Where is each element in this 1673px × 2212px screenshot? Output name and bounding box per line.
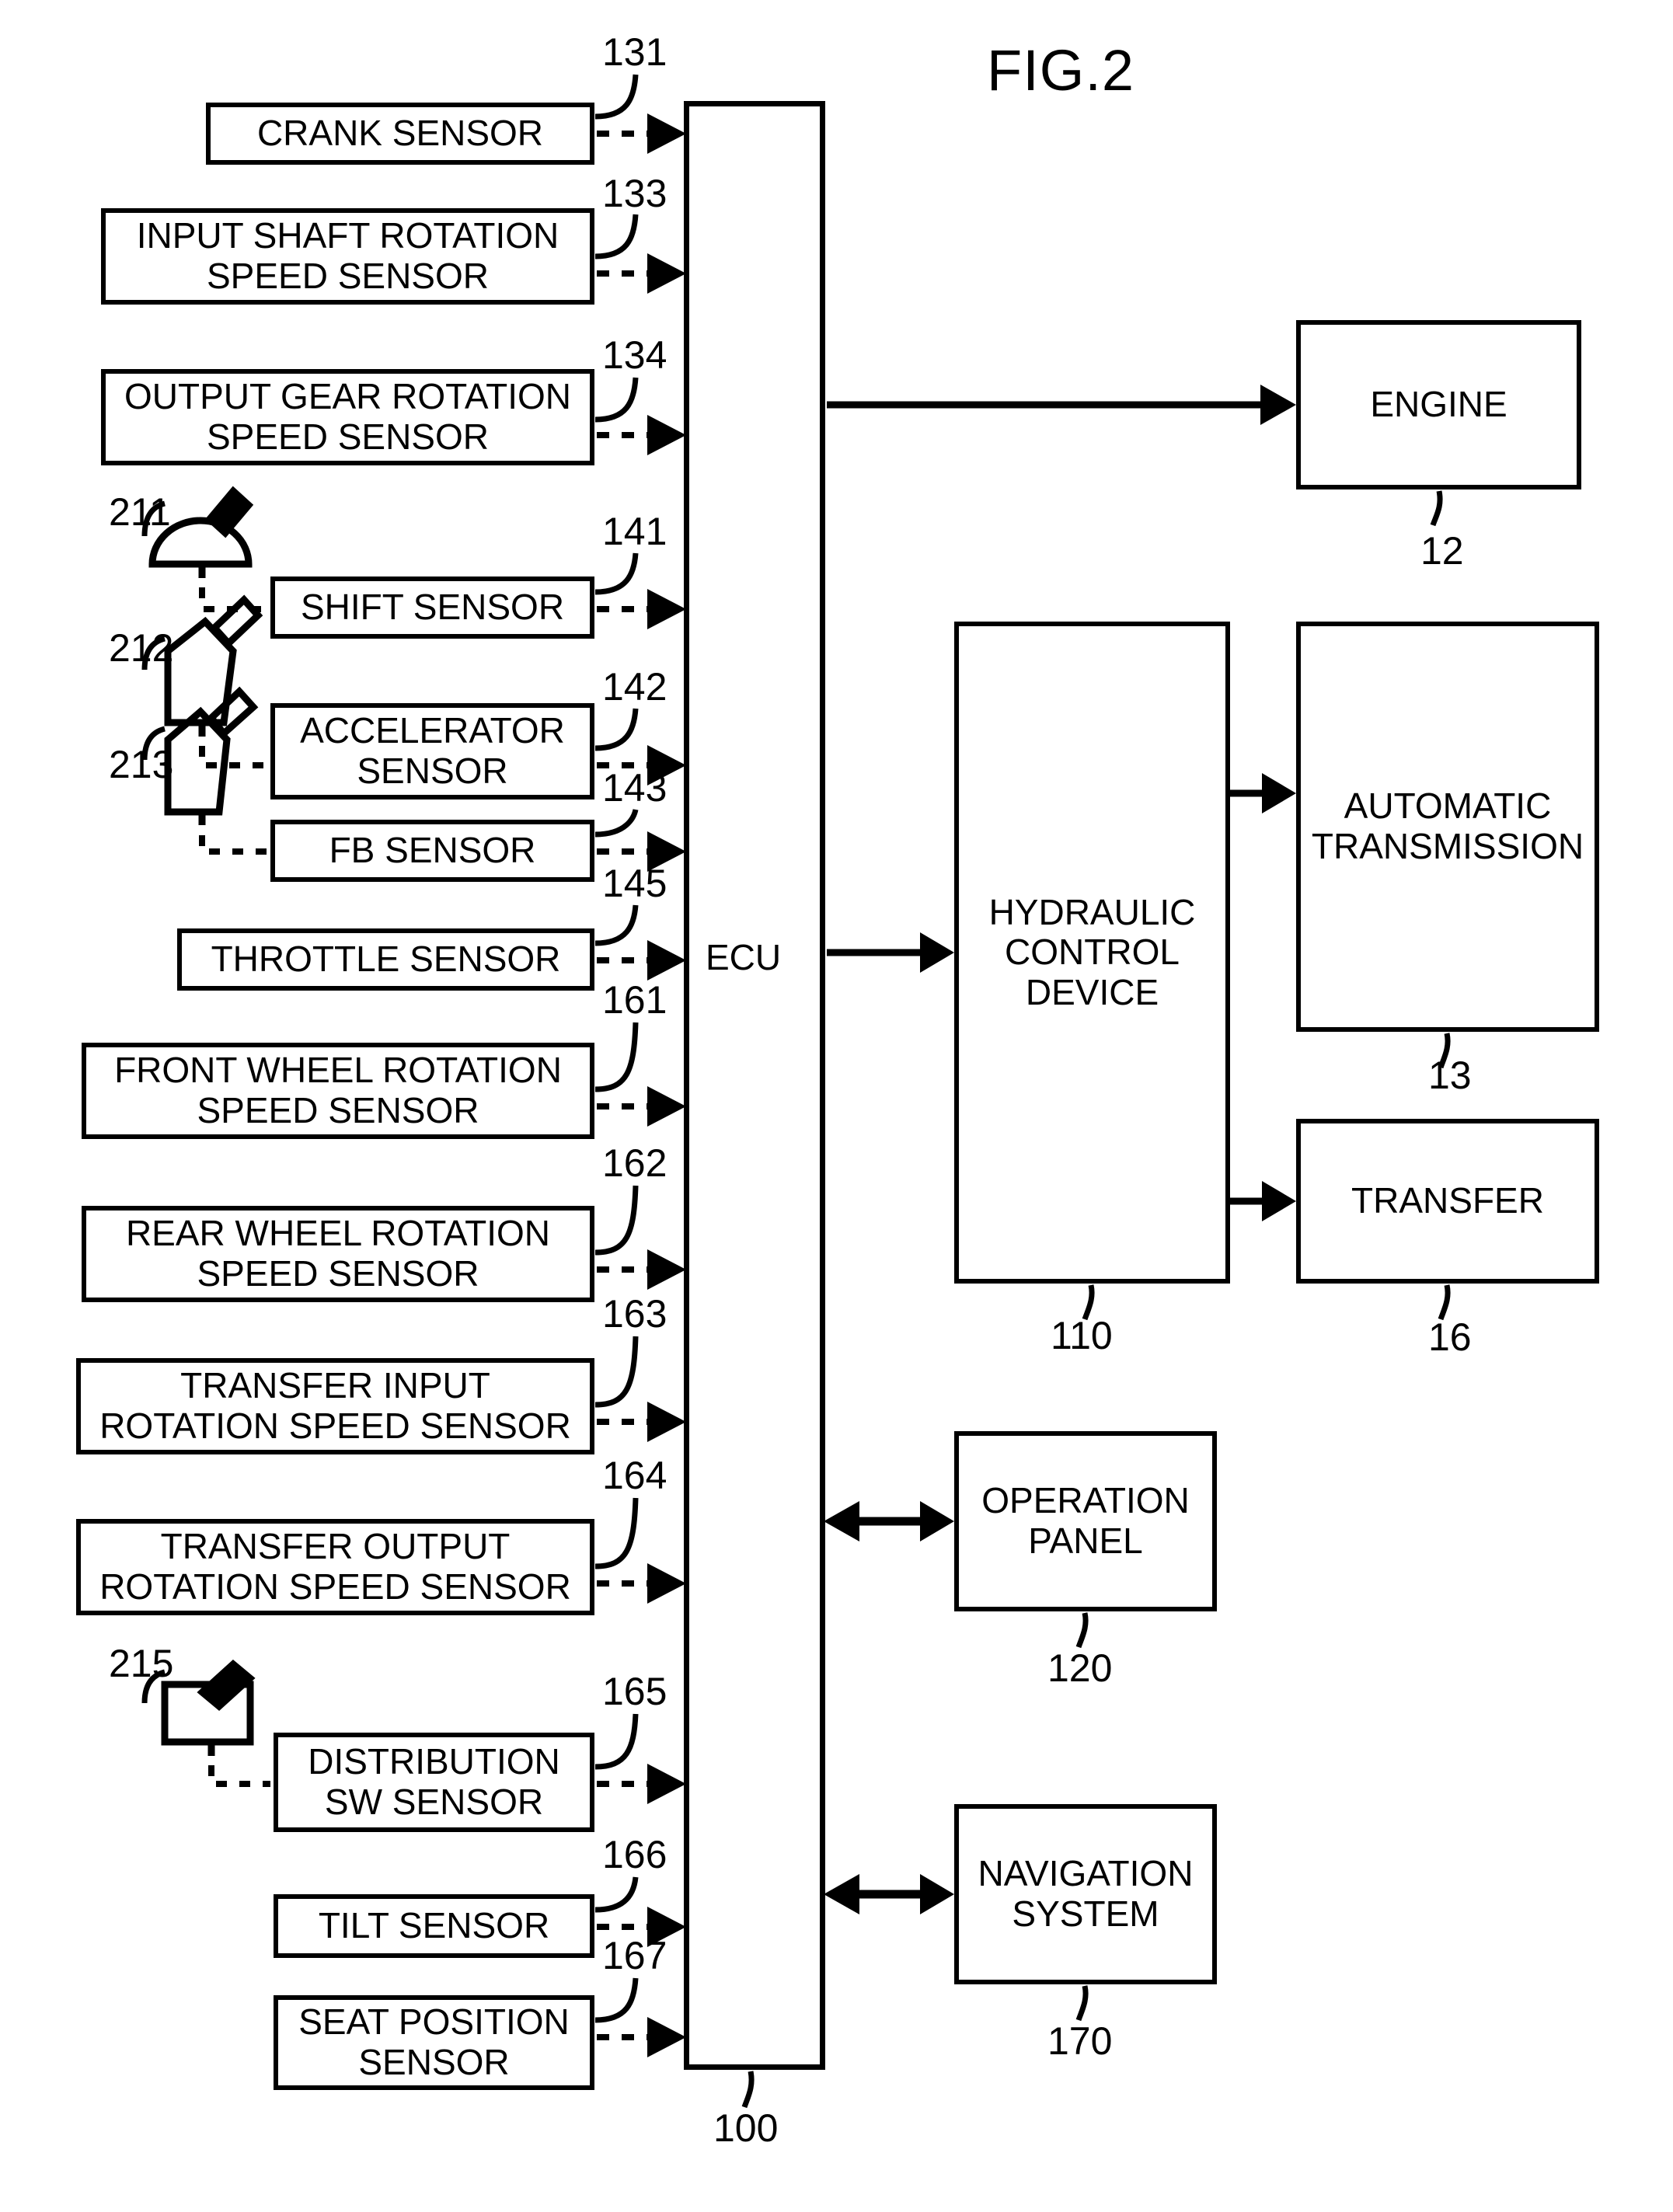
- ref-numeral-tilt: 166: [602, 1833, 667, 1876]
- ref-numeral-fb: 143: [602, 766, 667, 810]
- sensor-box-shift[interactable]: SHIFT SENSOR: [270, 577, 594, 639]
- accelerator-pedal-icon: [164, 594, 263, 737]
- output-box-operation-panel[interactable]: OPERATION PANEL: [954, 1431, 1217, 1611]
- sensor-label-transfer-output-line1: TRANSFER OUTPUT: [160, 1526, 511, 1567]
- sensor-label-seat-position-line1: SEAT POSITION: [298, 2001, 570, 2043]
- ref-numeral-hydraulic: 110: [1051, 1314, 1113, 1357]
- sensor-arrowheads: [647, 113, 686, 2057]
- sensor-label-accelerator-line2: SENSOR: [357, 751, 508, 791]
- ref-numeral-seat-position: 167: [602, 1934, 667, 1977]
- sensor-label-accelerator-line1: ACCELERATOR: [300, 710, 565, 751]
- sensor-label-input-shaft-line1: INPUT SHAFT ROTATION: [136, 215, 559, 256]
- link-ecu-to-hydraulic: [827, 932, 954, 973]
- sensor-box-output-gear[interactable]: OUTPUT GEAR ROTATION SPEED SENSOR: [101, 369, 594, 465]
- ref-numeral-distribution-sw: 165: [602, 1670, 667, 1713]
- output-box-transfer[interactable]: TRANSFER: [1296, 1119, 1599, 1284]
- figure-title: FIG.2: [987, 38, 1135, 103]
- ecu-box[interactable]: [684, 101, 825, 2070]
- sensor-label-crank: CRANK SENSOR: [256, 113, 544, 154]
- output-label-nav-line1: NAVIGATION: [978, 1853, 1194, 1894]
- sensor-box-transfer-output[interactable]: TRANSFER OUTPUT ROTATION SPEED SENSOR: [76, 1519, 594, 1615]
- sensor-box-transfer-input[interactable]: TRANSFER INPUT ROTATION SPEED SENSOR: [76, 1358, 594, 1454]
- ref-numeral-transfer-input: 163: [602, 1292, 667, 1336]
- sensor-label-seat-position-line2: SENSOR: [358, 2042, 510, 2082]
- sensor-label-transfer-input-line1: TRANSFER INPUT: [180, 1365, 490, 1406]
- sensor-label-output-gear-line2: SPEED SENSOR: [207, 416, 489, 457]
- ref-numeral-throttle: 145: [602, 862, 667, 905]
- sensor-box-crank[interactable]: CRANK SENSOR: [206, 103, 594, 165]
- ref-numeral-output-gear: 134: [602, 333, 667, 377]
- link-hydraulic-to-automatic-transmission: [1229, 773, 1296, 813]
- ref-numeral-toggle-switch: 215: [109, 1642, 174, 1685]
- sensor-box-throttle[interactable]: THROTTLE SENSOR: [177, 928, 594, 991]
- output-label-at-line2: TRANSMISSION: [1311, 826, 1584, 866]
- output-label-hydraulic-line2: CONTROL: [1005, 932, 1180, 973]
- sensor-label-transfer-output-line2: ROTATION SPEED SENSOR: [99, 1566, 571, 1607]
- ref-numeral-input-shaft: 133: [602, 172, 667, 215]
- sensor-box-tilt[interactable]: TILT SENSOR: [274, 1894, 594, 1958]
- sensor-label-front-wheel-line2: SPEED SENSOR: [197, 1090, 479, 1130]
- ref-numeral-transfer-output: 164: [602, 1454, 667, 1497]
- figure-canvas: FIG.2 CRANK SENSOR INPUT SHAFT ROTATION …: [0, 0, 1673, 2212]
- link-hydraulic-to-transfer: [1229, 1181, 1296, 1221]
- output-box-engine[interactable]: ENGINE: [1296, 320, 1581, 489]
- sensor-label-rear-wheel-line2: SPEED SENSOR: [197, 1253, 479, 1294]
- output-label-hydraulic-line3: DEVICE: [1025, 971, 1159, 1012]
- sensor-box-fb[interactable]: FB SENSOR: [270, 820, 594, 882]
- ref-numeral-automatic-transmission: 13: [1428, 1054, 1472, 1097]
- sensor-label-front-wheel-line1: FRONT WHEEL ROTATION: [114, 1050, 562, 1091]
- sensor-box-rear-wheel[interactable]: REAR WHEEL ROTATION SPEED SENSOR: [82, 1206, 594, 1302]
- sensor-label-throttle: THROTTLE SENSOR: [211, 939, 561, 980]
- sensor-label-input-shaft-line2: SPEED SENSOR: [207, 256, 489, 296]
- output-label-hydraulic-line1: HYDRAULIC: [988, 891, 1196, 932]
- sensor-box-seat-position[interactable]: SEAT POSITION SENSOR: [274, 1995, 594, 2090]
- sensor-label-shift: SHIFT SENSOR: [300, 587, 565, 628]
- output-box-hydraulic-control-device[interactable]: HYDRAULIC CONTROL DEVICE: [954, 622, 1230, 1284]
- output-label-engine: ENGINE: [1370, 384, 1507, 425]
- ref-numeral-transfer: 16: [1428, 1315, 1472, 1359]
- sensor-label-transfer-input-line2: ROTATION SPEED SENSOR: [99, 1406, 571, 1446]
- ref-numeral-shift-knob: 211: [109, 490, 171, 534]
- brake-pedal-icon: [164, 686, 259, 825]
- sensor-box-input-shaft[interactable]: INPUT SHAFT ROTATION SPEED SENSOR: [101, 208, 594, 305]
- output-label-transfer: TRANSFER: [1351, 1180, 1544, 1221]
- sensor-label-output-gear-line1: OUTPUT GEAR ROTATION: [124, 376, 572, 417]
- ref-numeral-ecu: 100: [713, 2106, 779, 2150]
- ref-numeral-accelerator: 142: [602, 665, 667, 709]
- sensor-label-fb: FB SENSOR: [329, 830, 536, 871]
- toggle-switch-icon: [161, 1660, 256, 1756]
- sensor-label-distribution-line2: SW SENSOR: [324, 1782, 544, 1822]
- ref-numeral-accelerator-pedal: 212: [109, 626, 174, 670]
- sensor-box-front-wheel[interactable]: FRONT WHEEL ROTATION SPEED SENSOR: [82, 1043, 594, 1139]
- ref-numeral-operation-panel: 120: [1047, 1646, 1113, 1690]
- ref-numeral-crank: 131: [602, 30, 667, 74]
- output-box-automatic-transmission[interactable]: AUTOMATIC TRANSMISSION: [1296, 622, 1599, 1032]
- ref-numeral-navigation-system: 170: [1047, 2019, 1113, 2063]
- sensor-box-accelerator[interactable]: ACCELERATOR SENSOR: [270, 703, 594, 799]
- output-label-at-line1: AUTOMATIC: [1344, 786, 1552, 827]
- ecu-label: ECU: [706, 937, 782, 977]
- output-label-oppanel-line2: PANEL: [1028, 1521, 1143, 1561]
- sensor-label-distribution-line1: DISTRIBUTION: [308, 1741, 560, 1782]
- ref-numeral-engine: 12: [1420, 529, 1464, 573]
- output-label-nav-line2: SYSTEM: [1012, 1893, 1159, 1934]
- output-label-oppanel-line1: OPERATION: [981, 1480, 1190, 1521]
- link-ecu-to-navigation-system: [824, 1874, 954, 1914]
- output-box-navigation-system[interactable]: NAVIGATION SYSTEM: [954, 1804, 1217, 1984]
- link-ecu-to-operation-panel: [824, 1501, 954, 1541]
- ref-numeral-shift: 141: [602, 510, 667, 553]
- sensor-label-tilt: TILT SENSOR: [318, 1905, 550, 1946]
- ref-numeral-brake-pedal: 213: [109, 743, 174, 786]
- sensor-label-rear-wheel-line1: REAR WHEEL ROTATION: [125, 1213, 551, 1254]
- ref-numeral-front-wheel: 161: [602, 978, 667, 1022]
- sensor-box-distribution-sw[interactable]: DISTRIBUTION SW SENSOR: [274, 1733, 594, 1832]
- ref-numeral-rear-wheel: 162: [602, 1141, 667, 1185]
- link-ecu-to-engine: [827, 385, 1296, 425]
